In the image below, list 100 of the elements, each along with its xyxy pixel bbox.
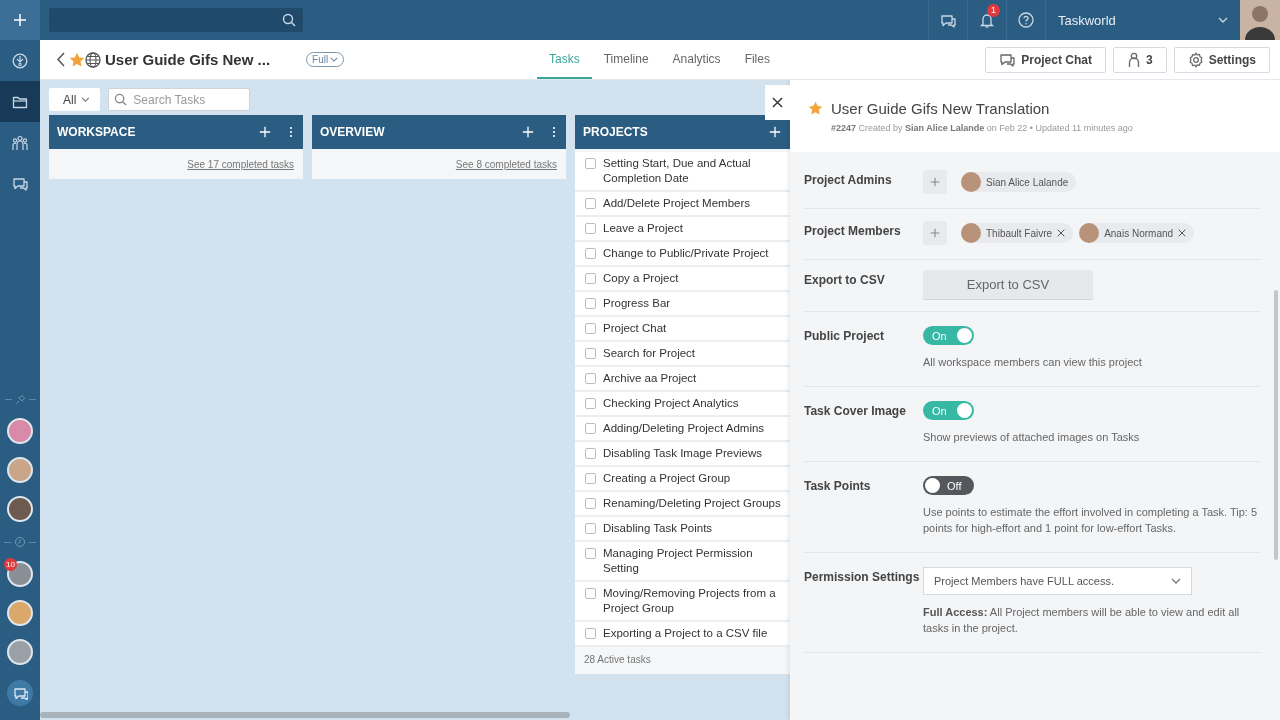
person-avatar — [1079, 223, 1100, 243]
plus-icon — [522, 126, 534, 138]
close-button[interactable] — [765, 85, 790, 120]
plus-icon — [769, 126, 781, 138]
setting-label: Task Cover Image — [804, 403, 907, 420]
completed-tasks-link[interactable]: See 8 completed tasks — [455, 158, 557, 170]
more-icon — [552, 126, 556, 138]
task-card[interactable]: Creating a Project Group — [575, 467, 791, 492]
task-checkbox[interactable] — [585, 298, 596, 309]
search-field[interactable] — [49, 8, 303, 32]
task-card[interactable]: Copy a Project — [575, 267, 791, 292]
task-checkbox[interactable] — [585, 323, 596, 334]
globe-icon — [85, 51, 101, 68]
task-checkbox[interactable] — [585, 248, 596, 259]
task-title: Managing Project Permission Setting — [603, 546, 754, 576]
person-avatar — [961, 223, 981, 243]
task-checkbox[interactable] — [585, 548, 596, 559]
task-card[interactable]: Search for Project — [575, 342, 791, 367]
column-menu-button[interactable] — [287, 124, 295, 140]
active-task-count: 28 Active tasks — [575, 647, 791, 674]
tab[interactable]: Files — [732, 40, 782, 79]
add-task-button[interactable] — [257, 124, 273, 140]
task-card[interactable]: Disabling Task Points — [575, 517, 791, 542]
chat-icon — [12, 175, 28, 192]
setting-description: Full Access: All Project members will be able to view and edit all tasks in the project. — [923, 605, 1241, 636]
setting-label: Public Project — [804, 328, 886, 345]
avatar[interactable] — [7, 600, 33, 626]
tab[interactable]: Timeline — [591, 40, 661, 79]
task-card[interactable]: Archive aa Project — [575, 367, 791, 392]
task-checkbox[interactable] — [585, 223, 596, 234]
task-card[interactable]: Add/Delete Project Members — [575, 192, 791, 217]
help-icon — [1018, 12, 1034, 28]
setting-label: Permission Settings — [804, 569, 921, 586]
task-card[interactable]: Change to Public/Private Project — [575, 242, 791, 267]
settings-button[interactable]: Settings — [1173, 46, 1270, 73]
task-checkbox[interactable] — [585, 423, 596, 434]
filter-dropdown[interactable]: All — [49, 88, 101, 111]
avatar[interactable] — [7, 496, 33, 522]
avatar[interactable]: 10 — [7, 561, 33, 587]
remove-person-button[interactable] — [1057, 229, 1066, 237]
horizontal-scrollbar-thumb[interactable] — [40, 712, 570, 718]
task-checkbox[interactable] — [585, 398, 596, 409]
remove-person-button[interactable] — [1178, 229, 1187, 237]
notification-badge: 1 — [987, 4, 1000, 17]
task-card[interactable]: Renaming/Deleting Project Groups — [575, 492, 791, 517]
task-card[interactable]: Adding/Deleting Project Admins — [575, 417, 791, 442]
avatar[interactable] — [1240, 0, 1280, 40]
task-card[interactable]: Setting Start, Due and Actual Completion Date — [575, 152, 791, 192]
task-title: Copy a Project — [603, 271, 679, 286]
task-checkbox[interactable] — [585, 498, 596, 509]
members-button[interactable]: 3 — [1112, 46, 1167, 73]
task-title: Renaming/Deleting Project Groups — [603, 496, 781, 511]
chat-button[interactable]: Project Chat — [985, 46, 1106, 73]
search-icon — [282, 13, 296, 27]
export-button[interactable]: Export to CSV — [923, 270, 1093, 299]
task-checkbox[interactable] — [585, 448, 596, 459]
completed-tasks-link[interactable]: See 17 completed tasks — [187, 158, 294, 170]
task-checkbox[interactable] — [585, 523, 596, 534]
avatar[interactable] — [7, 457, 33, 483]
task-card[interactable]: Progress Bar — [575, 292, 791, 317]
column-title: PROJECTS — [583, 125, 649, 139]
task-checkbox[interactable] — [585, 373, 596, 384]
avatar[interactable] — [7, 639, 33, 665]
task-checkbox[interactable] — [585, 588, 596, 599]
task-checkbox[interactable] — [585, 473, 596, 484]
setting-label: Project Members — [804, 223, 902, 240]
task-checkbox[interactable] — [585, 198, 596, 209]
task-card[interactable]: Project Chat — [575, 317, 791, 342]
task-card[interactable]: Checking Project Analytics — [575, 392, 791, 417]
toggle-switch[interactable]: Off — [923, 476, 974, 495]
search-icon — [114, 93, 128, 106]
project-title: User Guide Gifs New ... — [105, 51, 271, 68]
add-button[interactable] — [0, 0, 40, 40]
task-checkbox[interactable] — [585, 348, 596, 359]
task-title: Change to Public/Private Project — [603, 246, 769, 261]
task-card[interactable]: Disabling Task Image Previews — [575, 442, 791, 467]
task-card[interactable]: Moving/Removing Projects from a Project Group — [575, 582, 791, 622]
add-task-button[interactable] — [520, 124, 536, 140]
task-checkbox[interactable] — [585, 158, 596, 169]
task-checkbox[interactable] — [585, 628, 596, 639]
task-title: Checking Project Analytics — [603, 396, 739, 411]
avatar[interactable] — [7, 418, 33, 444]
task-checkbox[interactable] — [585, 273, 596, 284]
column-menu-button[interactable] — [550, 124, 558, 140]
task-card[interactable]: Leave a Project — [575, 217, 791, 242]
projects-button[interactable] — [0, 81, 40, 122]
scrollbar-thumb[interactable] — [1274, 290, 1278, 560]
task-title: Project Chat — [603, 321, 667, 336]
plus-icon — [930, 177, 940, 187]
explore-icon — [12, 52, 28, 69]
permission-dropdown[interactable]: Project Members have FULL access. — [923, 567, 1192, 595]
task-card[interactable]: Managing Project Permission Setting — [575, 542, 791, 582]
new-chat-button[interactable] — [7, 680, 33, 706]
person-chip: Thibault Faivre — [961, 223, 1074, 243]
task-title: Setting Start, Due and Actual Completion Date — [603, 156, 752, 186]
add-task-button[interactable] — [767, 124, 783, 140]
task-title: Creating a Project Group — [603, 471, 731, 486]
search-field[interactable]: Search Tasks — [108, 88, 251, 111]
task-card[interactable]: Exporting a Project to a CSV file — [575, 622, 791, 647]
tab[interactable]: Analytics — [660, 40, 733, 79]
